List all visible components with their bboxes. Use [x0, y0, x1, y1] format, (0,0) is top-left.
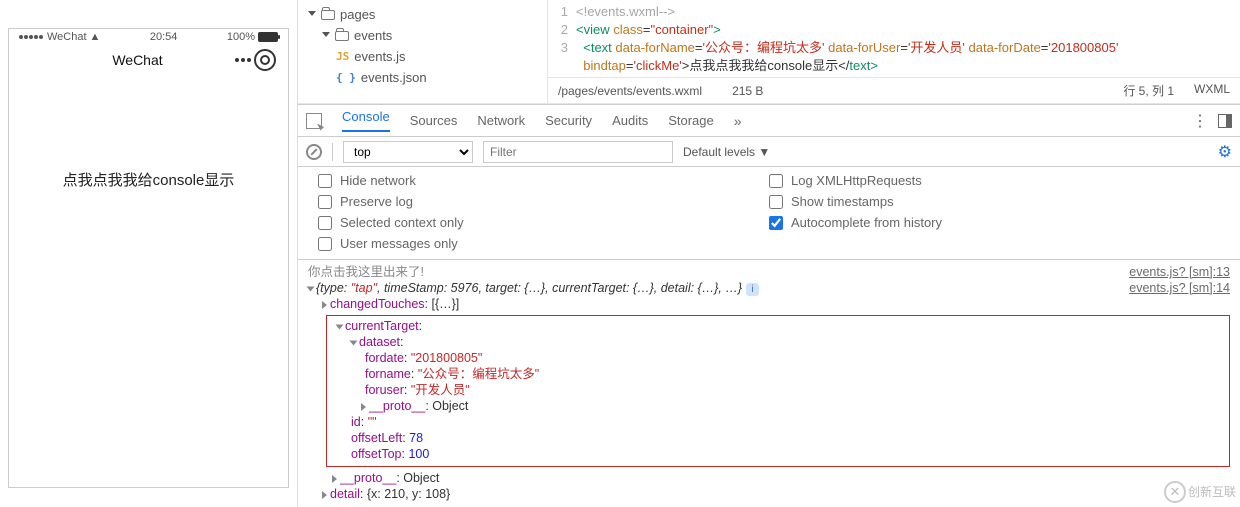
folder-icon: [335, 31, 349, 41]
devtools-panel: Console Sources Network Security Audits …: [298, 104, 1240, 507]
line-gutter: 1 2 3: [548, 0, 576, 77]
file-size: 215 B: [732, 84, 763, 98]
clock-label: 20:54: [150, 31, 178, 43]
opt-hide-network[interactable]: Hide network: [318, 173, 769, 188]
info-icon[interactable]: i: [746, 283, 759, 296]
battery-percent: 100%: [227, 31, 255, 43]
tab-console[interactable]: Console: [342, 109, 390, 132]
console-options: Hide network Preserve log Selected conte…: [298, 167, 1240, 260]
chevron-down-icon: [322, 32, 330, 40]
tab-network[interactable]: Network: [477, 113, 525, 128]
code-body[interactable]: <!events.wxml--> <view class="container"…: [576, 0, 1240, 77]
cursor-pos: 行 5, 列 1: [1123, 82, 1174, 99]
console-toolbar: top Default levels ▼ ⚙: [298, 137, 1240, 167]
watermark: ✕创新互联: [1164, 481, 1236, 503]
tree-item-events-js[interactable]: JS events.js: [298, 46, 547, 67]
chevron-down-icon: [308, 11, 316, 19]
tab-security[interactable]: Security: [545, 113, 592, 128]
tab-audits[interactable]: Audits: [612, 113, 648, 128]
source-link[interactable]: events.js? [sm]:13: [1129, 265, 1230, 279]
tree-item-events-json[interactable]: { } events.json: [298, 67, 547, 88]
menu-dots-icon[interactable]: [232, 49, 254, 71]
simulator-panel: WeChat ▲ 20:54 100% WeChat 点我点我我给console…: [0, 0, 298, 507]
json-file-icon: { }: [336, 71, 356, 84]
filter-input[interactable]: [483, 141, 673, 163]
dock-side-icon[interactable]: [1218, 114, 1232, 128]
nav-title: WeChat: [43, 52, 232, 68]
signal-icon: [19, 31, 44, 43]
carrier-label: WeChat: [47, 31, 87, 43]
tree-item-pages[interactable]: pages: [298, 4, 547, 25]
status-bar: WeChat ▲ 20:54 100%: [9, 29, 288, 45]
opt-show-ts[interactable]: Show timestamps: [769, 194, 1220, 209]
file-lang: WXML: [1194, 82, 1230, 99]
opt-log-xhr[interactable]: Log XMLHttpRequests: [769, 173, 1220, 188]
kebab-menu-icon[interactable]: ⋮: [1192, 111, 1208, 131]
opt-autocomplete[interactable]: Autocomplete from history: [769, 215, 1220, 230]
inspect-icon[interactable]: [306, 113, 322, 129]
source-link[interactable]: events.js? [sm]:14: [1129, 281, 1230, 295]
editor-status-bar: /pages/events/events.wxml 215 B 行 5, 列 1…: [548, 77, 1240, 103]
levels-select[interactable]: Default levels ▼: [683, 145, 770, 159]
wifi-icon: ▲: [90, 31, 101, 43]
sim-navbar: WeChat: [9, 45, 288, 79]
opt-selected-context[interactable]: Selected context only: [318, 215, 769, 230]
devtools-tabs: Console Sources Network Security Audits …: [298, 105, 1240, 137]
tab-storage[interactable]: Storage: [668, 113, 714, 128]
file-path: /pages/events/events.wxml: [558, 84, 702, 98]
file-tree: pages events JS events.js { } events.jso…: [298, 0, 548, 104]
settings-gear-icon[interactable]: ⚙: [1218, 142, 1232, 162]
code-editor[interactable]: 1 2 3 <!events.wxml--> <view class="cont…: [548, 0, 1240, 104]
close-target-icon[interactable]: [254, 49, 276, 71]
context-select[interactable]: top: [343, 141, 473, 163]
opt-preserve-log[interactable]: Preserve log: [318, 194, 769, 209]
folder-icon: [321, 10, 335, 20]
sim-page-body[interactable]: 点我点我我给console显示: [9, 79, 288, 190]
js-file-icon: JS: [336, 50, 349, 63]
simulator-frame: WeChat ▲ 20:54 100% WeChat 点我点我我给console…: [8, 28, 289, 488]
battery-icon: [258, 32, 278, 42]
more-tabs-icon[interactable]: »: [734, 113, 742, 129]
highlighted-object: currentTarget: dataset: fordate: "201800…: [326, 315, 1230, 467]
console-output[interactable]: 你点击我这里出来了!events.js? [sm]:13 {type: "tap…: [298, 260, 1240, 507]
tree-item-events-folder[interactable]: events: [298, 25, 547, 46]
tab-sources[interactable]: Sources: [410, 113, 458, 128]
opt-user-messages[interactable]: User messages only: [318, 236, 769, 251]
clear-console-icon[interactable]: [306, 144, 322, 160]
